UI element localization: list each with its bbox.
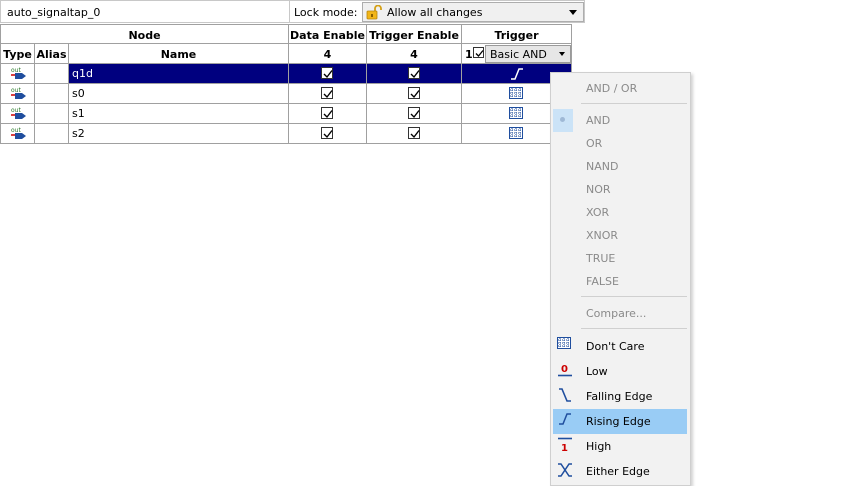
svg-text:out: out <box>11 87 21 94</box>
svg-text:1: 1 <box>561 443 568 453</box>
dont-care-icon <box>509 107 523 122</box>
menu-item-dont-care[interactable]: Don't Care <box>551 334 690 359</box>
menu-item-or[interactable]: OR <box>551 132 690 155</box>
menu-item-xor[interactable]: XOR <box>551 201 690 224</box>
data-enable-count: 4 <box>289 44 367 64</box>
trigger-enable-cell[interactable] <box>367 64 462 84</box>
trigger-enable-count: 4 <box>367 44 462 64</box>
menu-item-and[interactable]: AND <box>551 109 690 132</box>
svg-text:out: out <box>11 127 21 134</box>
unlock-icon <box>366 4 382 20</box>
name-cell[interactable]: s2 <box>69 124 289 144</box>
menu-separator <box>581 296 687 297</box>
header-trigger-conditions: Trigger Conditions <box>462 24 572 55</box>
rising-edge-icon <box>509 67 525 84</box>
menu-item-false[interactable]: FALSE <box>551 270 690 293</box>
trigger-condition-mode-select[interactable]: Basic AND <box>485 45 571 63</box>
output-pin-icon: out <box>10 86 28 101</box>
high-icon: 1 <box>557 437 573 454</box>
name-cell[interactable]: s1 <box>69 104 289 124</box>
node-name: s2 <box>72 127 85 140</box>
name-cell[interactable]: s0 <box>69 84 289 104</box>
node-name: q1d <box>72 67 93 80</box>
rising-edge-icon <box>557 412 573 428</box>
header-data-enable: Data Enable <box>289 24 367 44</box>
alias-cell[interactable] <box>35 124 69 144</box>
alias-cell[interactable] <box>35 104 69 124</box>
menu-item-falling-edge[interactable]: Falling Edge <box>551 384 690 409</box>
falling-edge-icon <box>557 387 573 403</box>
dont-care-icon <box>509 87 523 102</box>
lock-mode-label: Lock mode: <box>294 6 358 19</box>
trigger-enable-checkbox[interactable] <box>408 107 420 119</box>
header-node: Node <box>0 24 289 44</box>
trigger-enable-cell[interactable] <box>367 124 462 144</box>
data-enable-checkbox[interactable] <box>321 67 333 79</box>
svg-text:out: out <box>11 67 21 74</box>
either-edge-icon <box>557 462 573 478</box>
header-trigger-enable: Trigger Enable <box>367 24 462 44</box>
trigger-cond-index: 1 <box>465 48 473 61</box>
trigger-cond-checkbox[interactable] <box>473 47 484 58</box>
lock-mode-select[interactable]: Allow all changes <box>362 2 584 22</box>
data-enable-cell[interactable] <box>289 84 367 104</box>
top-bar: auto_signaltap_0 Lock mode: Allow all ch… <box>0 0 865 23</box>
svg-text:0: 0 <box>561 364 568 375</box>
menu-separator <box>581 103 687 104</box>
menu-item-either-edge[interactable]: Either Edge <box>551 459 690 484</box>
output-pin-icon: out <box>10 126 28 141</box>
header-type: Type <box>0 44 35 64</box>
data-enable-cell[interactable] <box>289 104 367 124</box>
data-enable-cell[interactable] <box>289 64 367 84</box>
trigger-enable-checkbox[interactable] <box>408 67 420 79</box>
trigger-condition-mode-value: Basic AND <box>490 48 547 61</box>
menu-item-true[interactable]: TRUE <box>551 247 690 270</box>
menu-item-xnor[interactable]: XNOR <box>551 224 690 247</box>
type-cell[interactable]: out <box>0 64 35 84</box>
chevron-down-icon <box>569 10 577 15</box>
alias-cell[interactable] <box>35 84 69 104</box>
menu-item-low[interactable]: 0 Low <box>551 359 690 384</box>
trigger-enable-cell[interactable] <box>367 84 462 104</box>
menu-item-compare[interactable]: Compare... <box>551 302 690 325</box>
type-cell[interactable]: out <box>0 124 35 144</box>
trigger-enable-checkbox[interactable] <box>408 87 420 99</box>
menu-header-and-or: AND / OR <box>586 82 638 95</box>
data-enable-cell[interactable] <box>289 124 367 144</box>
type-cell[interactable]: out <box>0 84 35 104</box>
output-pin-icon: out <box>10 106 28 121</box>
menu-separator <box>581 328 687 329</box>
alias-cell[interactable] <box>35 64 69 84</box>
header-name: Name <box>69 44 289 64</box>
radio-dot-icon <box>560 117 565 122</box>
output-pin-icon: out <box>10 66 28 81</box>
trigger-enable-checkbox[interactable] <box>408 127 420 139</box>
lock-mode-value: Allow all changes <box>387 6 483 19</box>
header-alias: Alias <box>35 44 69 64</box>
svg-text:out: out <box>11 107 21 114</box>
menu-item-nor[interactable]: NOR <box>551 178 690 201</box>
type-cell[interactable]: out <box>0 104 35 124</box>
instance-name[interactable]: auto_signaltap_0 <box>0 0 289 23</box>
data-enable-checkbox[interactable] <box>321 127 333 139</box>
trigger-condition-menu: AND / OR AND OR NAND NOR XOR XNOR TRUE FALSE Co… <box>550 72 691 486</box>
node-name: s0 <box>72 87 85 100</box>
low-icon: 0 <box>557 362 573 378</box>
menu-item-rising-edge[interactable]: Rising Edge <box>553 409 687 434</box>
trigger-enable-cell[interactable] <box>367 104 462 124</box>
data-enable-checkbox[interactable] <box>321 107 333 119</box>
chevron-down-icon <box>559 52 565 56</box>
lock-mode-area: Lock mode: Allow all changes <box>289 0 585 23</box>
dont-care-icon <box>509 127 523 142</box>
node-name: s1 <box>72 107 85 120</box>
data-enable-checkbox[interactable] <box>321 87 333 99</box>
menu-item-high[interactable]: 1 High <box>551 434 690 459</box>
name-cell[interactable]: q1d <box>69 64 289 84</box>
dont-care-icon <box>557 337 573 353</box>
menu-item-nand[interactable]: NAND <box>551 155 690 178</box>
